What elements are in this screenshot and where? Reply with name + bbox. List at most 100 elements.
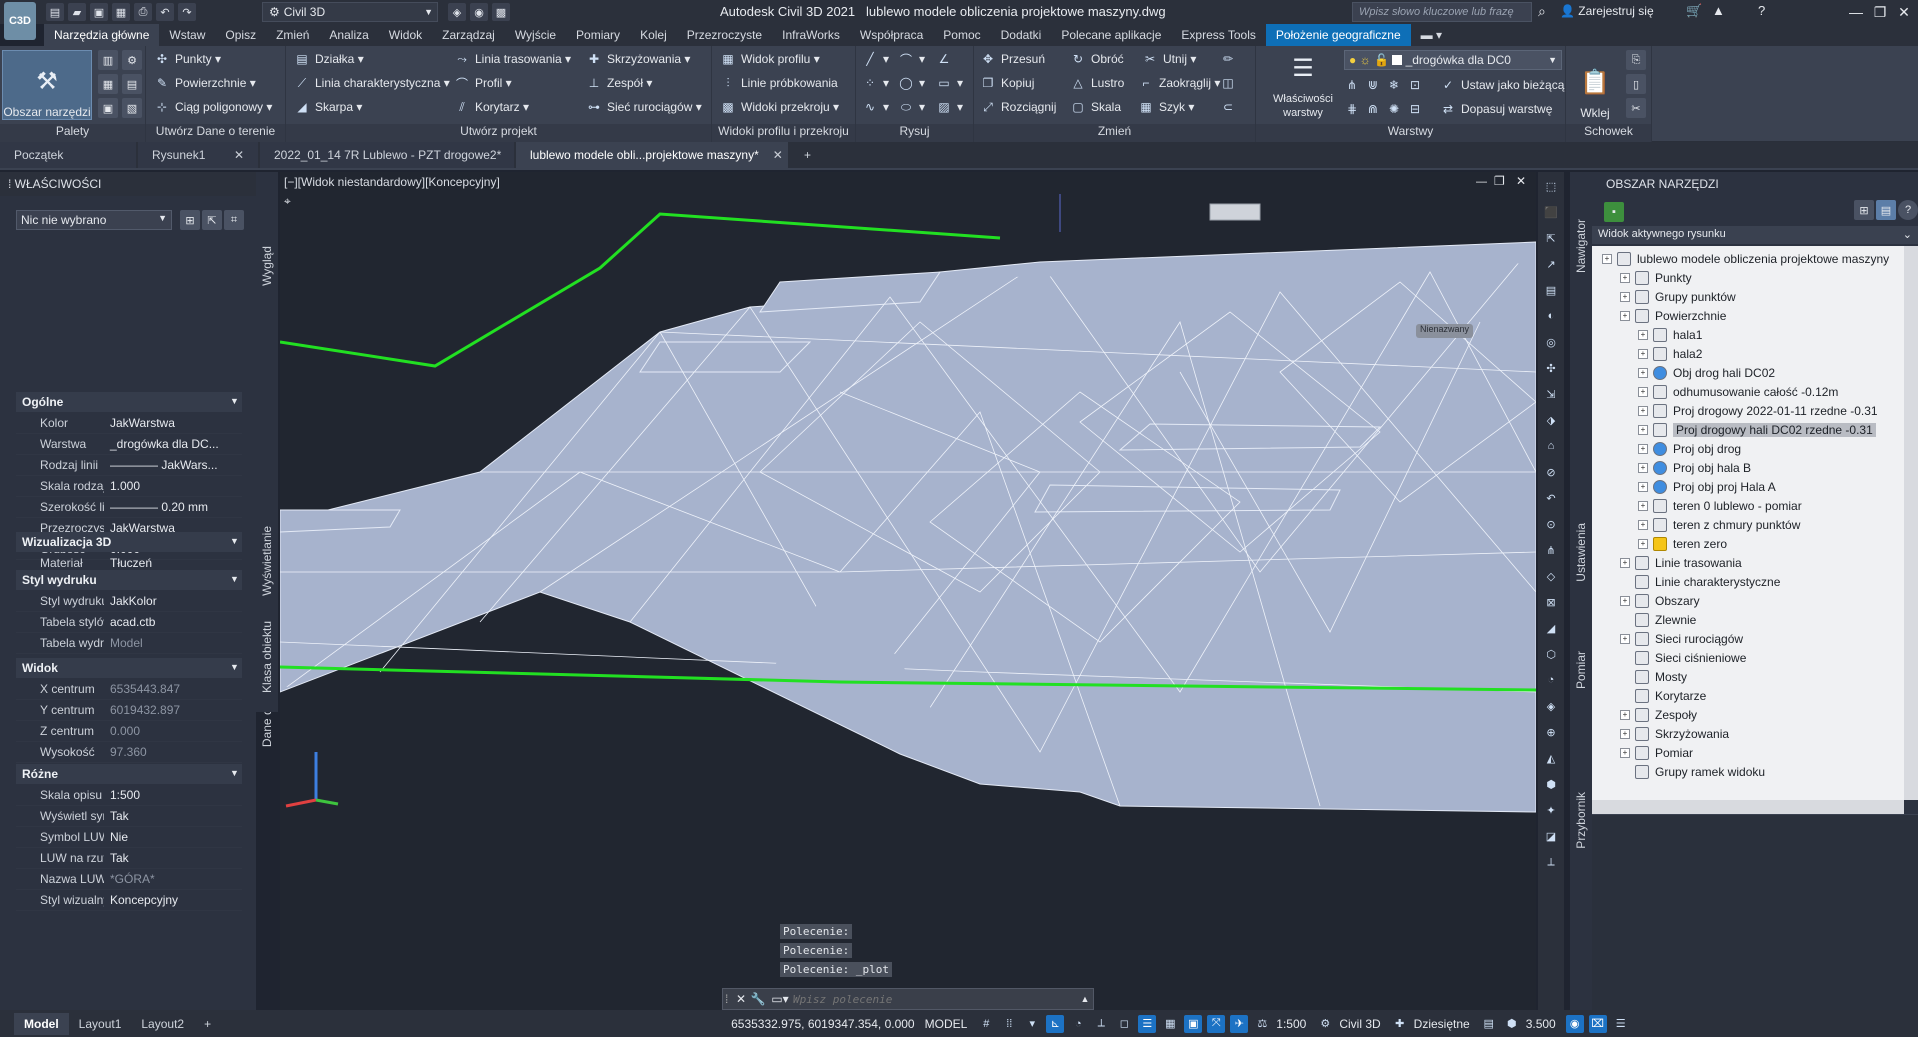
assembly-button[interactable]: ⊥ Zespół ▾ (586, 72, 653, 94)
layer-walk-icon[interactable]: ⋕ (1344, 101, 1360, 117)
toggle-pickadd-icon[interactable]: ⊞ (180, 210, 200, 230)
close-icon[interactable]: ✕ (773, 148, 783, 162)
tab-analyze[interactable]: Analiza (319, 24, 378, 46)
tab-geolocation[interactable]: Położenie geograficzne (1265, 24, 1411, 46)
chevron-up-icon[interactable]: ▲ (1077, 994, 1093, 1004)
nav-tool-icon[interactable]: ⊘ (1541, 466, 1561, 484)
pline-tool[interactable]: ∠ (936, 48, 957, 70)
side-tab-object-class[interactable]: Klasa obiektu (256, 602, 278, 712)
traverse-button[interactable]: ⊹ Ciąg poligonowy ▾ (154, 96, 272, 118)
new-file-icon[interactable]: ▤ (46, 3, 64, 21)
tab-output[interactable]: Wyjście (505, 24, 566, 46)
tree-item[interactable]: Sieci ciśnieniowe (1620, 649, 1746, 667)
nav-tool-icon[interactable]: ◪ (1541, 830, 1561, 848)
expand-icon[interactable]: + (1620, 558, 1630, 568)
snap-icon[interactable]: ⁞⁞ (1000, 1015, 1018, 1033)
drawing-viewport[interactable]: Nienazwany — ❐ ✕ (279, 172, 1537, 1010)
close-icon[interactable]: ✕ (234, 148, 244, 162)
tree-item[interactable]: + Pomiar (1620, 744, 1693, 762)
property-row[interactable]: Kolor JakWarstwa (16, 413, 242, 434)
layout-tab-model[interactable]: Model (14, 1012, 69, 1035)
nav-tool-icon[interactable]: ◐ (1541, 310, 1561, 328)
nav-tool-icon[interactable]: ⋔ (1541, 544, 1561, 562)
hatch-tool[interactable]: ▨ ▾ (936, 96, 963, 118)
match-layer-button[interactable]: ⇄ Dopasuj warstwę (1440, 98, 1552, 120)
open-file-icon[interactable]: ▰ (68, 3, 86, 21)
cart-icon[interactable]: 🛒 (1686, 3, 1702, 19)
tree-item[interactable]: + Powierzchnie (1620, 307, 1726, 325)
tree-item[interactable]: + Proj drogowy 2022-01-11 rzedne -0.31 (1638, 402, 1878, 420)
tree-item[interactable]: + Proj drogowy hali DC02 rzedne -0.31 (1638, 421, 1876, 439)
doc-tab-pzt[interactable]: 2022_01_14 7R Lublewo - PZT drogowe2*✕ (260, 142, 525, 168)
tree-item[interactable]: Grupy ramek widoku (1620, 763, 1765, 781)
hardware-accel-icon[interactable]: ◉ (1565, 1014, 1584, 1033)
tree-item[interactable]: Zlewnie (1620, 611, 1696, 629)
polar-icon[interactable]: ◔ (1069, 1015, 1087, 1033)
select-objects-icon[interactable]: ⇱ (202, 210, 222, 230)
property-row[interactable]: Wyświetl sym... Tak (16, 806, 242, 827)
chevron-down-icon[interactable]: ▾ (1023, 1015, 1041, 1033)
nav-tool-icon[interactable]: ⬛ (1541, 206, 1561, 224)
parcel-button[interactable]: ▤ Działka ▾ (294, 48, 363, 70)
layer-merge-icon[interactable]: ⋒ (1365, 101, 1381, 117)
copy-button[interactable]: ❐ Kopiuj (980, 72, 1035, 94)
properties-icon[interactable]: ▥ (98, 50, 118, 70)
property-row[interactable]: Wysokość 97.360 (16, 742, 242, 763)
panel-label[interactable]: Rysuj (856, 124, 973, 142)
expand-icon[interactable]: + (1638, 539, 1648, 549)
cut-icon[interactable]: ✂ (1626, 98, 1646, 118)
grading-button[interactable]: ◢ Skarpa ▾ (294, 96, 362, 118)
gear-icon[interactable]: ⚙ (1316, 1015, 1334, 1033)
tab-help[interactable]: Pomoc (933, 24, 990, 46)
model-space-toggle[interactable]: MODEL (925, 1017, 968, 1031)
panel-label[interactable]: Widoki profilu i przekroju (712, 124, 855, 142)
property-row[interactable]: Nazwa LUW *GÓRA* (16, 869, 242, 890)
intersections-button[interactable]: ✚ Skrzyżowania ▾ (586, 48, 690, 70)
annotation-icon[interactable]: ✈ (1230, 1014, 1249, 1033)
tree-hscrollbar[interactable] (1592, 800, 1904, 814)
trim-button[interactable]: ✂ Utnij ▾ (1142, 48, 1196, 70)
quick-select-icon[interactable]: ⌗ (224, 210, 244, 230)
tree-item[interactable]: + Obszary (1620, 592, 1700, 610)
surfaces-button[interactable]: ✎ Powierzchnie ▾ (154, 72, 256, 94)
side-tab-appearance[interactable]: Wygląd (256, 226, 278, 306)
grid-icon[interactable]: ▦ (98, 74, 118, 94)
property-row[interactable]: Tabela stylów... acad.ctb (16, 612, 242, 633)
units-dropdown[interactable]: Dziesiętne (1414, 1017, 1470, 1031)
circle-tool[interactable]: ◯ ▾ (898, 72, 925, 94)
selection-dropdown[interactable]: Nic nie wybrano ▼ (16, 210, 172, 230)
tab-transparent[interactable]: Przezroczyste (677, 24, 772, 46)
close-icon[interactable]: ✕ (1892, 2, 1916, 22)
property-row[interactable]: Skala rodzaju... 1.000 (16, 476, 242, 497)
ellipse-tool[interactable]: ⬭ ▾ (898, 96, 925, 118)
tab-home[interactable]: Narzędzia główne (44, 24, 160, 46)
arc-tool[interactable]: ⌒ ▾ (898, 48, 925, 70)
workspace-switch[interactable]: Civil 3D (1339, 1017, 1380, 1031)
section-viz3d[interactable]: Wizualizacja 3D (16, 532, 242, 552)
table-icon[interactable]: ▣ (98, 98, 118, 118)
sample-lines-button[interactable]: ⫶ Linie próbkowania (720, 72, 837, 94)
osnap-icon[interactable]: ◻ (1115, 1015, 1133, 1033)
tab-annotate[interactable]: Opisz (215, 24, 266, 46)
lineweight-icon[interactable]: ☰ (1138, 1014, 1157, 1033)
chevron-down-icon[interactable]: ▼ (230, 396, 250, 406)
chevron-down-icon[interactable]: ▼ (230, 662, 250, 672)
expand-icon[interactable]: + (1638, 330, 1648, 340)
property-row[interactable]: Szerokość linii ———— 0.20 mm (16, 497, 242, 518)
quick-props-icon[interactable]: ▤ (1480, 1015, 1498, 1033)
layer-off-icon[interactable]: ⋔ (1344, 77, 1360, 93)
offset-tool[interactable]: ⊂ (1220, 96, 1241, 118)
point-tool[interactable]: ⁘ ▾ (862, 72, 889, 94)
isolate-icon[interactable]: ⬢ (1503, 1015, 1521, 1033)
points-button[interactable]: ✣ Punkty ▾ (154, 48, 221, 70)
tree-item[interactable]: + teren z chmury punktów (1638, 516, 1800, 534)
nav-tool-icon[interactable]: ↶ (1541, 492, 1561, 510)
erase-tool[interactable]: ✏ (1220, 48, 1241, 70)
tree-item[interactable]: Mosty (1620, 668, 1687, 686)
nav-tool-icon[interactable]: ⊕ (1541, 726, 1561, 744)
nav-tool-icon[interactable]: ⬚ (1541, 180, 1561, 198)
expand-icon[interactable]: + (1638, 406, 1648, 416)
nav-tool-icon[interactable]: ⇱ (1541, 232, 1561, 250)
tab-express-tools[interactable]: Express Tools (1171, 24, 1265, 46)
nav-tool-icon[interactable]: ◭ (1541, 752, 1561, 770)
